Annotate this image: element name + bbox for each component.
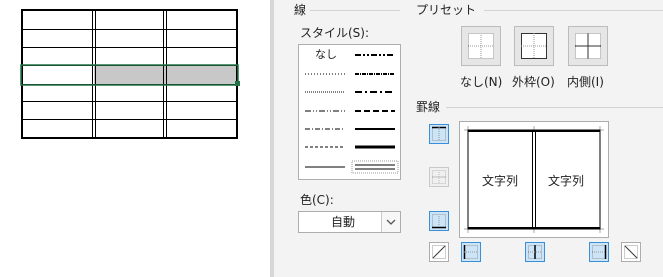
color-dropdown[interactable]: 自動 [298, 211, 401, 233]
border-left-icon [463, 245, 478, 259]
color-value: 自動 [331, 215, 356, 229]
border-vertical-toggle[interactable] [525, 242, 545, 262]
border-bottom-toggle[interactable] [429, 211, 449, 231]
preset-inside-label[interactable]: 内側(I) [567, 75, 604, 89]
border-top-icon [432, 126, 446, 141]
preview-text-right: 文字列 [548, 174, 585, 188]
preset-none-icon [468, 33, 494, 59]
diagonal-down-icon [624, 245, 638, 259]
style-label: スタイル(S): [300, 26, 370, 40]
preset-section-title: プリセット [416, 3, 477, 17]
preset-none-label[interactable]: なし(N) [460, 75, 502, 89]
border-section-title: 罫線 [416, 100, 441, 114]
line-section-divider [310, 10, 400, 11]
preset-inside-button[interactable] [568, 26, 608, 66]
preset-outline-label[interactable]: 外枠(O) [512, 75, 555, 89]
border-horizontal-toggle[interactable] [429, 167, 449, 187]
border-inside-horizontal-icon [432, 170, 446, 184]
border-left-toggle[interactable] [461, 242, 481, 262]
border-top-toggle[interactable] [429, 124, 449, 144]
border-inside-vertical-icon [528, 245, 542, 259]
preset-inside-icon [575, 33, 601, 59]
preset-outline-button[interactable] [514, 26, 554, 66]
preset-none-button[interactable] [461, 26, 501, 66]
border-settings-panel: 線 スタイル(S): なし 色(C): 自動 プリセット なし(N) 外枠(O)… [270, 0, 663, 277]
diagonal-up-icon [432, 245, 446, 259]
border-diagonal-down-toggle[interactable] [621, 242, 641, 262]
fill-handle [235, 81, 240, 86]
border-preview[interactable]: 文字列 文字列 [459, 121, 609, 238]
line-section-title: 線 [294, 3, 307, 17]
preset-section-divider [484, 10, 663, 11]
preview-text-left: 文字列 [482, 174, 519, 188]
line-style-list[interactable]: なし [298, 44, 401, 180]
color-dropdown-button[interactable] [381, 212, 400, 232]
preset-outline-icon [521, 33, 547, 59]
cell-grid [20, 9, 240, 139]
border-right-icon [592, 245, 607, 259]
border-right-toggle[interactable] [589, 242, 609, 262]
color-label: 色(C): [300, 193, 334, 207]
selected-style-indicator [351, 160, 399, 174]
line-style-samples[interactable] [299, 45, 400, 179]
border-diagonal-up-toggle[interactable] [429, 242, 449, 262]
chevron-down-icon [386, 219, 396, 225]
border-section-divider [446, 107, 663, 108]
worksheet-area[interactable] [0, 0, 265, 277]
border-bottom-icon [432, 214, 446, 229]
